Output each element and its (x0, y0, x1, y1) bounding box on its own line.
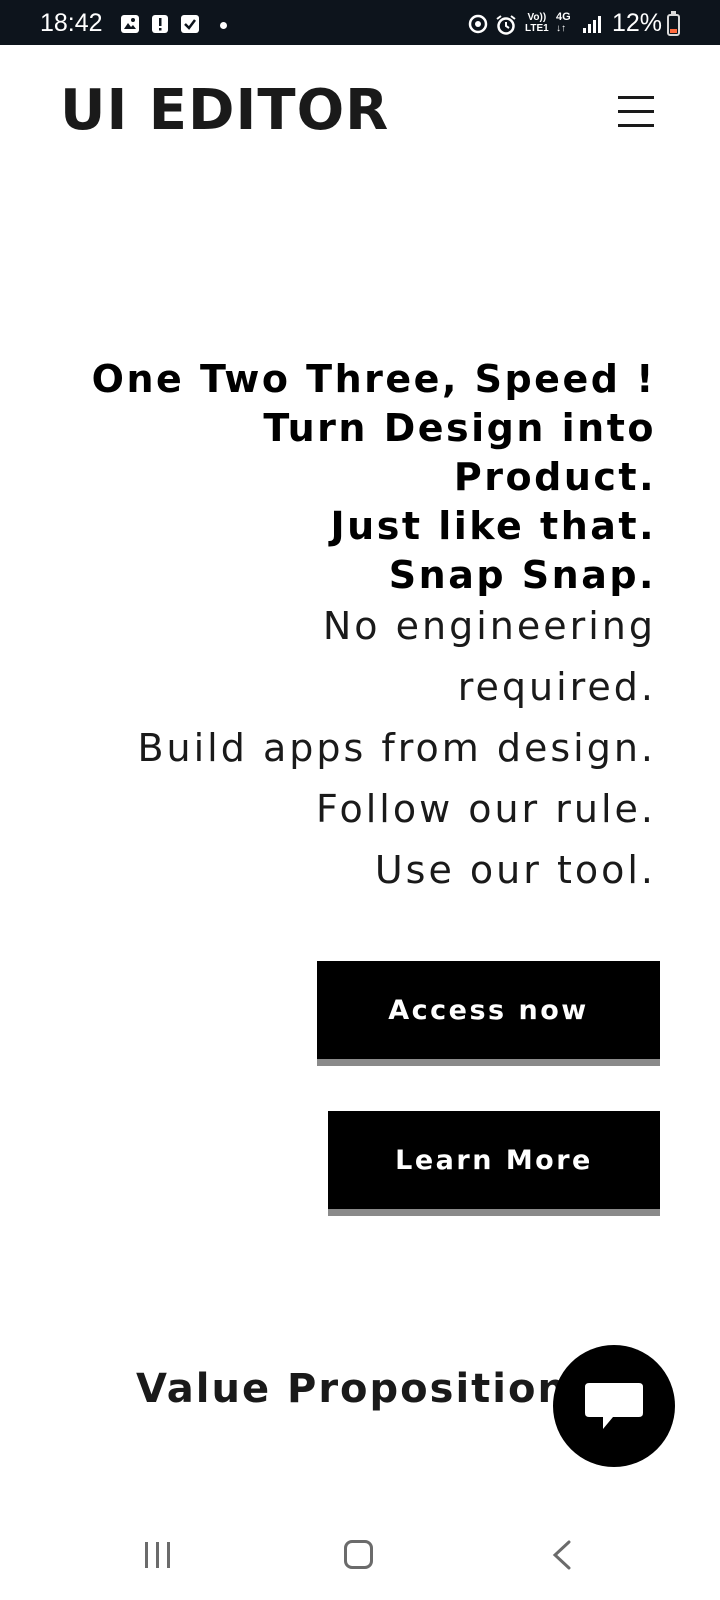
logo[interactable]: UI EDITOR (60, 78, 389, 143)
hero-headline-line: One Two Three, Speed ! (91, 357, 656, 401)
data-saver-icon (468, 14, 488, 34)
dot-icon (220, 22, 227, 29)
back-icon[interactable] (551, 1540, 573, 1574)
checkbox-icon (180, 14, 200, 34)
4g-icon: 4G ↓↑ (556, 11, 571, 35)
hamburger-menu-icon[interactable] (618, 96, 654, 128)
home-icon[interactable] (344, 1540, 373, 1569)
status-bar: 18:42 Vo)) LTE1 4G ↓↑ 12% (0, 0, 720, 45)
hero-description-line: No engineering (322, 604, 656, 648)
hero-description: No engineering required. Build apps from… (56, 596, 656, 901)
hero-description-line: Follow our rule. (315, 787, 656, 831)
lte-label: LTE1 (525, 23, 549, 34)
battery-icon (667, 11, 680, 36)
network-label: 4G (556, 11, 571, 23)
navigation-bar (0, 1500, 720, 1600)
hero-description-line: Use our tool. (374, 848, 656, 892)
battery-level (670, 29, 677, 33)
signal-icon (582, 14, 602, 34)
hero-description-line: Build apps from design. (137, 726, 656, 770)
alert-icon (150, 14, 170, 34)
battery-percent: 12% (612, 9, 663, 37)
hero-headline-line: Turn Design into (263, 406, 656, 450)
page: 18:42 Vo)) LTE1 4G ↓↑ 12% UI EDITOR One … (0, 0, 720, 1600)
hero-description-line: required. (457, 665, 656, 709)
hero-headline-line: Snap Snap. (388, 553, 656, 597)
status-time: 18:42 (40, 9, 103, 37)
section-title: Value Proposition (136, 1366, 568, 1412)
volte-label: Vo)) (527, 12, 547, 23)
alarm-icon (495, 14, 516, 35)
recent-apps-icon[interactable] (143, 1540, 173, 1570)
gallery-icon (120, 14, 140, 34)
hero-headline-line: Just like that. (330, 504, 656, 548)
hero-headline: One Two Three, Speed ! Turn Design into … (56, 355, 656, 600)
learn-more-button[interactable]: Learn More (328, 1111, 660, 1216)
data-arrows-icon: ↓↑ (556, 23, 566, 34)
chat-button[interactable] (553, 1345, 675, 1467)
hero-headline-line: Product. (453, 455, 656, 499)
access-now-button[interactable]: Access now (317, 961, 660, 1066)
volte-icon: Vo)) LTE1 (525, 12, 549, 34)
chat-bubble-icon (585, 1383, 643, 1429)
